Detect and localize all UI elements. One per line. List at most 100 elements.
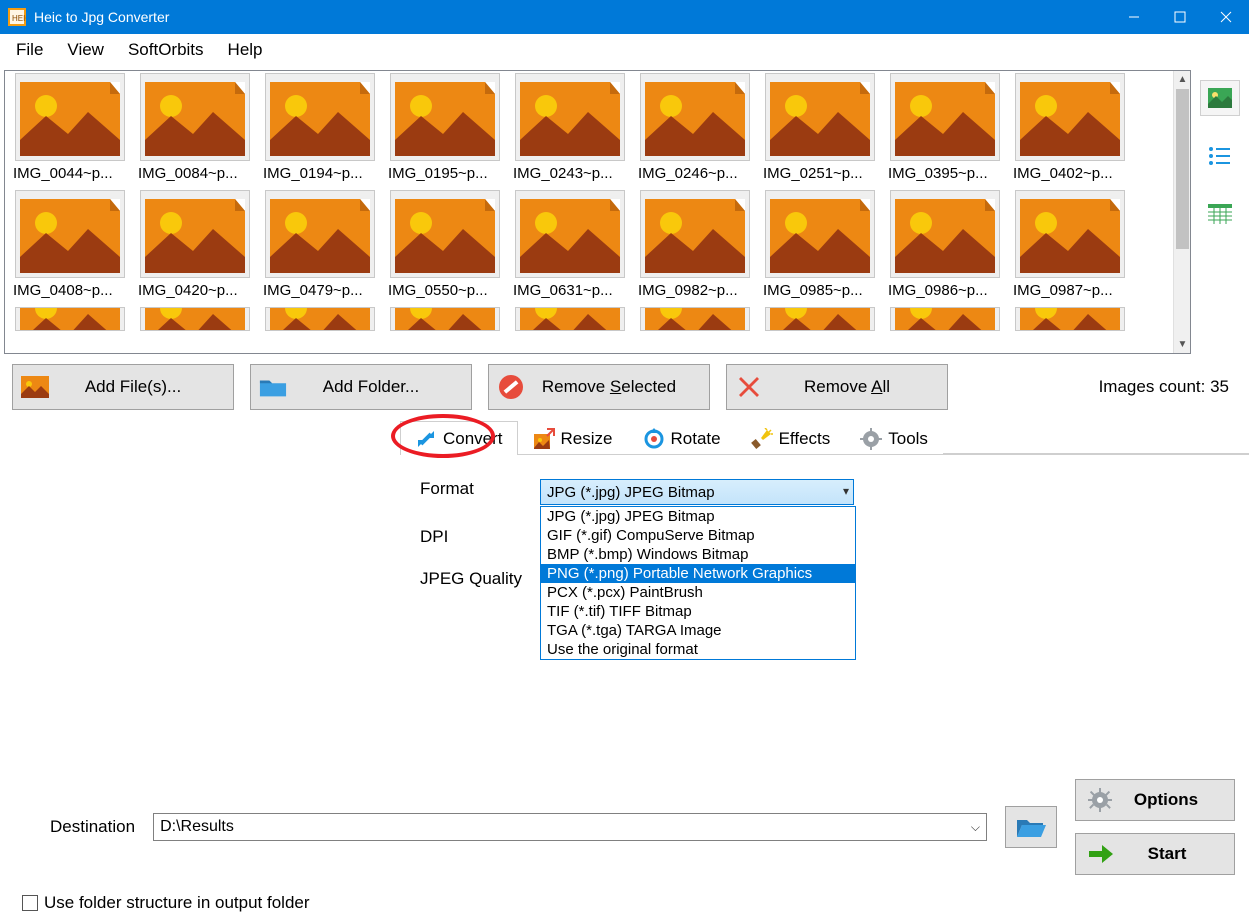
close-button[interactable]: [1203, 0, 1249, 34]
thumbnail-item[interactable]: [511, 307, 629, 331]
options-label: Options: [1126, 790, 1234, 810]
thumbnail-item[interactable]: [11, 307, 129, 331]
thumbnail-image: [390, 73, 500, 161]
format-option[interactable]: BMP (*.bmp) Windows Bitmap: [541, 545, 855, 564]
thumbnail-image: [890, 73, 1000, 161]
thumbnail-image: [15, 73, 125, 161]
thumbnail-image: [1015, 190, 1125, 278]
tab-strip: Convert Resize Rotate Effects Tools: [400, 420, 1249, 455]
thumbnail-image: [140, 307, 250, 331]
chevron-down-icon: ⌵: [971, 820, 980, 835]
scrollbar-up-icon[interactable]: ▲: [1174, 71, 1191, 88]
thumbnail-item[interactable]: [136, 307, 254, 331]
thumbnail-image: [15, 307, 125, 331]
scrollbar-thumb[interactable]: [1176, 89, 1189, 249]
thumbnail-image: [15, 190, 125, 278]
format-option[interactable]: TIF (*.tif) TIFF Bitmap: [541, 602, 855, 621]
thumbnail-item[interactable]: IMG_0044~p...: [11, 73, 129, 188]
thumbnail-item[interactable]: [386, 307, 504, 331]
thumbnail-item[interactable]: IMG_0195~p...: [386, 73, 504, 188]
options-button[interactable]: Options: [1075, 779, 1235, 821]
thumbnail-item[interactable]: IMG_0251~p...: [761, 73, 879, 188]
view-details-button[interactable]: [1200, 196, 1240, 232]
thumbnail-item[interactable]: IMG_0986~p...: [886, 190, 1004, 305]
thumbnail-item[interactable]: IMG_0408~p...: [11, 190, 129, 305]
menu-view[interactable]: View: [55, 36, 116, 64]
thumbnail-item[interactable]: [761, 307, 879, 331]
thumbnail-item[interactable]: IMG_0550~p...: [386, 190, 504, 305]
thumbnail-item[interactable]: IMG_0479~p...: [261, 190, 379, 305]
thumbnail-label: IMG_0420~p...: [136, 278, 254, 305]
format-combobox[interactable]: JPG (*.jpg) JPEG Bitmap ▾ JPG (*.jpg) JP…: [540, 479, 854, 505]
view-list-button[interactable]: [1200, 138, 1240, 174]
add-files-label: Add File(s)...: [63, 377, 233, 397]
thumbnail-item[interactable]: IMG_0987~p...: [1011, 190, 1129, 305]
thumbnail-item[interactable]: [886, 307, 1004, 331]
add-folder-button[interactable]: Add Folder...: [250, 364, 472, 410]
use-folder-label: Use folder structure in output folder: [44, 893, 310, 913]
thumbnail-label: IMG_0479~p...: [261, 278, 379, 305]
thumbnail-item[interactable]: IMG_0420~p...: [136, 190, 254, 305]
format-option[interactable]: PNG (*.png) Portable Network Graphics: [541, 564, 855, 583]
tab-effects[interactable]: Effects: [736, 421, 846, 455]
tab-convert[interactable]: Convert: [400, 421, 518, 455]
tab-rotate[interactable]: Rotate: [628, 421, 736, 455]
start-button[interactable]: Start: [1075, 833, 1235, 875]
menu-help[interactable]: Help: [216, 36, 275, 64]
window-title: Heic to Jpg Converter: [34, 9, 169, 25]
thumbnail-item[interactable]: IMG_0194~p...: [261, 73, 379, 188]
view-thumbnails-button[interactable]: [1200, 80, 1240, 116]
thumbnail-image: [1015, 73, 1125, 161]
browse-button[interactable]: [1005, 806, 1057, 848]
add-files-button[interactable]: Add File(s)...: [12, 364, 234, 410]
convert-icon: [415, 428, 437, 450]
thumbnail-item[interactable]: IMG_0982~p...: [636, 190, 754, 305]
thumbnail-item[interactable]: IMG_0084~p...: [136, 73, 254, 188]
format-option[interactable]: JPG (*.jpg) JPEG Bitmap: [541, 507, 855, 526]
menu-softorbits[interactable]: SoftOrbits: [116, 36, 216, 64]
add-folder-label: Add Folder...: [301, 377, 471, 397]
thumbnail-image: [640, 73, 750, 161]
format-option[interactable]: PCX (*.pcx) PaintBrush: [541, 583, 855, 602]
minimize-button[interactable]: [1111, 0, 1157, 34]
thumbnail-image: [515, 73, 625, 161]
destination-input[interactable]: D:\Results ⌵: [153, 813, 987, 841]
tab-resize[interactable]: Resize: [518, 421, 628, 455]
thumbnail-item[interactable]: [261, 307, 379, 331]
thumbnail-label: IMG_0985~p...: [761, 278, 879, 305]
menu-file[interactable]: File: [4, 36, 55, 64]
format-dropdown[interactable]: JPG (*.jpg) JPEG BitmapGIF (*.gif) Compu…: [540, 506, 856, 660]
format-option[interactable]: GIF (*.gif) CompuServe Bitmap: [541, 526, 855, 545]
thumbnail-image: [890, 190, 1000, 278]
thumbnail-label: IMG_0243~p...: [511, 161, 629, 188]
format-option[interactable]: Use the original format: [541, 640, 855, 659]
tab-effects-label: Effects: [779, 429, 831, 449]
maximize-button[interactable]: [1157, 0, 1203, 34]
remove-selected-button[interactable]: Remove Selected: [488, 364, 710, 410]
tab-tools[interactable]: Tools: [845, 421, 943, 455]
image-icon: [21, 375, 49, 399]
use-folder-checkbox[interactable]: [22, 895, 38, 911]
thumbnail-image: [640, 307, 750, 331]
folder-icon: [259, 375, 287, 399]
thumbnail-item[interactable]: [1011, 307, 1129, 331]
thumbnail-image: [890, 307, 1000, 331]
thumbnail-item[interactable]: IMG_0631~p...: [511, 190, 629, 305]
thumbnail-image: [640, 190, 750, 278]
thumbnail-item[interactable]: IMG_0402~p...: [1011, 73, 1129, 188]
thumbnail-image: [265, 73, 375, 161]
thumbnail-item[interactable]: IMG_0985~p...: [761, 190, 879, 305]
remove-all-label: Remove All: [777, 377, 947, 397]
format-option[interactable]: TGA (*.tga) TARGA Image: [541, 621, 855, 640]
thumbnail-item[interactable]: IMG_0246~p...: [636, 73, 754, 188]
thumbnail-item[interactable]: IMG_0395~p...: [886, 73, 1004, 188]
thumbnail-panel: IMG_0044~p...IMG_0084~p...IMG_0194~p...I…: [4, 70, 1191, 354]
start-label: Start: [1128, 844, 1234, 864]
thumbnail-image: [265, 307, 375, 331]
remove-all-button[interactable]: Remove All: [726, 364, 948, 410]
chevron-down-icon: ▾: [843, 484, 849, 498]
scrollbar[interactable]: ▲ ▼: [1173, 71, 1190, 353]
scrollbar-down-icon[interactable]: ▼: [1174, 336, 1191, 353]
thumbnail-item[interactable]: IMG_0243~p...: [511, 73, 629, 188]
thumbnail-item[interactable]: [636, 307, 754, 331]
